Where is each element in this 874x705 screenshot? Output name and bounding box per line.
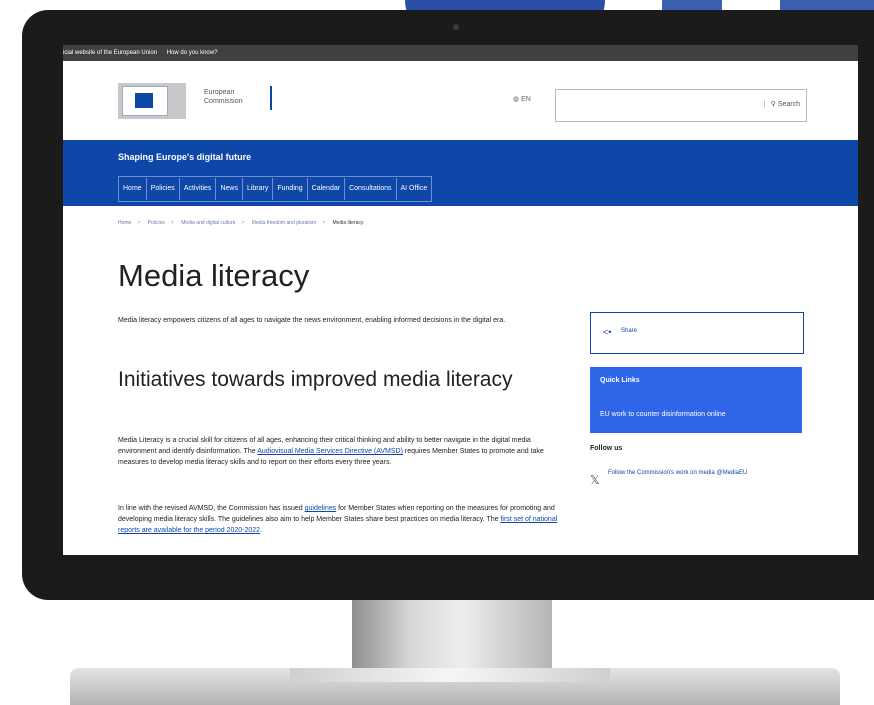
breadcrumb-media-freedom[interactable]: Media freedom and pluralism <box>252 220 316 226</box>
guidelines-link[interactable]: guidelines <box>305 505 337 512</box>
breadcrumb-separator: > <box>241 220 245 226</box>
nav-item-activities[interactable]: Activities <box>180 178 217 200</box>
section-heading: Initiatives towards improved media liter… <box>118 368 513 391</box>
breadcrumb-separator: > <box>170 220 174 226</box>
nav-item-calendar[interactable]: Calendar <box>308 178 346 200</box>
webcam <box>453 24 459 30</box>
globe-icon: ◍ <box>513 96 520 103</box>
nav-item-news[interactable]: News <box>216 178 243 200</box>
breadcrumb-current: Media literacy <box>332 220 364 226</box>
quick-links-panel: Quick Links EU work to counter disinform… <box>590 367 802 433</box>
monitor-stand-foot <box>290 668 610 682</box>
nav-item-funding[interactable]: Funding <box>273 178 308 200</box>
nav-item-home[interactable]: Home <box>119 178 147 200</box>
search-input[interactable]: ⚲ Search <box>555 89 807 122</box>
search-button[interactable]: ⚲ Search <box>763 100 800 108</box>
share-label: Share <box>621 328 638 334</box>
european-commission-logo[interactable]: European Commission <box>118 78 288 122</box>
nav-item-library[interactable]: Library <box>243 178 274 200</box>
follow-us-title: Follow us <box>590 445 623 452</box>
breadcrumb-separator: > <box>137 220 141 226</box>
share-button[interactable]: <• Share <box>590 312 804 354</box>
site-header-bar: Shaping Europe's digital future Home Pol… <box>63 140 858 206</box>
official-site-text: icial website of the European Union <box>63 50 158 56</box>
how-do-you-know-link[interactable]: How do you know? <box>167 50 218 56</box>
language-selector[interactable]: ◍ EN <box>513 95 531 103</box>
quick-link-disinformation[interactable]: EU work to counter disinformation online <box>600 411 726 418</box>
logo-text: European Commission <box>204 88 284 106</box>
avmsd-link[interactable]: Audiovisual Media Services Directive (AV… <box>257 448 403 455</box>
search-icon: ⚲ <box>770 101 776 108</box>
browser-screen: icial website of the European Union How … <box>63 45 858 555</box>
paragraph-text: In line with the revised AVMSD, the Comm… <box>118 505 305 512</box>
paragraph-text: . <box>260 527 262 534</box>
nav-item-policies[interactable]: Policies <box>147 178 180 200</box>
official-site-bar: icial website of the European Union How … <box>63 45 858 61</box>
breadcrumb-policies[interactable]: Policies <box>148 220 165 226</box>
follow-mediaeu-link[interactable]: Follow the Commission's work on media @M… <box>608 469 798 478</box>
logo-line1: European <box>204 89 235 96</box>
logo-divider <box>270 86 272 110</box>
paragraph-avmsd: Media Literacy is a crucial skill for ci… <box>118 435 558 468</box>
breadcrumb: Home > Policies > Media and digital cultur… <box>118 220 363 226</box>
language-code: EN <box>521 96 531 103</box>
breadcrumb-separator: > <box>322 220 326 226</box>
paragraph-guidelines: In line with the revised AVMSD, the Comm… <box>118 503 558 536</box>
eu-flag-icon <box>122 86 168 116</box>
main-navigation: Home Policies Activities News Library Fu… <box>118 176 433 202</box>
search-button-label: Search <box>777 101 800 108</box>
breadcrumb-media-digital-culture[interactable]: Media and digital culture <box>181 220 235 226</box>
logo-line2: Commission <box>204 98 243 105</box>
nav-item-consultations[interactable]: Consultations <box>345 178 397 200</box>
quick-links-title: Quick Links <box>600 377 640 384</box>
breadcrumb-home[interactable]: Home <box>118 220 131 226</box>
page-intro: Media literacy empowers citizens of all … <box>118 317 506 324</box>
monitor-stand-neck <box>352 588 552 670</box>
nav-item-ai-office[interactable]: AI Office <box>397 178 432 200</box>
page-title: Media literacy <box>118 258 310 293</box>
site-name[interactable]: Shaping Europe's digital future <box>118 152 251 162</box>
x-logo-icon: 𝕏 <box>590 473 600 487</box>
share-icon: <• <box>603 327 612 337</box>
